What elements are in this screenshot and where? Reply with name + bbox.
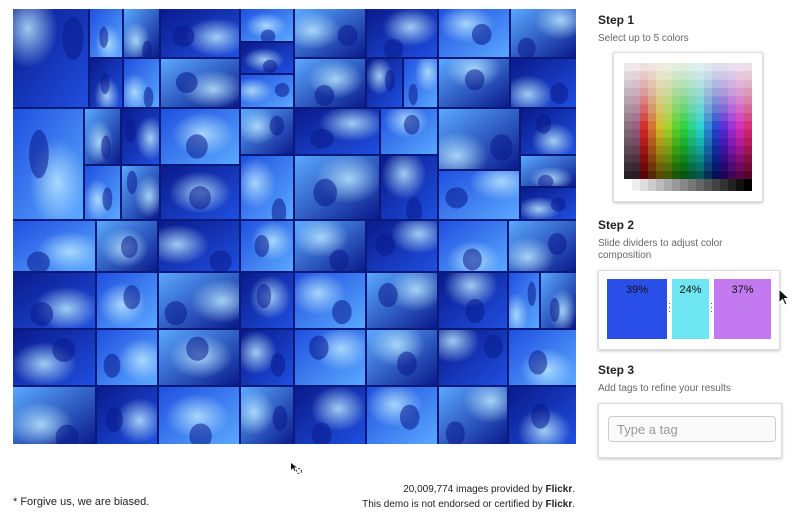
photo-thumbnail[interactable] bbox=[295, 156, 379, 219]
photo-thumbnail[interactable] bbox=[439, 387, 507, 444]
photo-results-grid bbox=[13, 9, 576, 444]
busy-cursor-icon bbox=[291, 463, 303, 475]
photo-thumbnail[interactable] bbox=[509, 330, 576, 385]
provider-link[interactable]: Flickr bbox=[546, 484, 573, 495]
photo-thumbnail[interactable] bbox=[13, 387, 95, 444]
photo-thumbnail[interactable] bbox=[241, 387, 293, 444]
photo-thumbnail[interactable] bbox=[521, 109, 576, 154]
photo-thumbnail[interactable] bbox=[541, 273, 576, 328]
step1-title: Step 1 bbox=[598, 13, 635, 27]
photo-thumbnail[interactable] bbox=[521, 188, 576, 219]
photo-thumbnail[interactable] bbox=[13, 273, 95, 328]
photo-thumbnail[interactable] bbox=[90, 59, 122, 107]
composition-swatch[interactable]: 39% bbox=[607, 279, 667, 339]
photo-thumbnail[interactable] bbox=[511, 59, 576, 107]
color-picker[interactable] bbox=[613, 52, 763, 202]
photo-thumbnail[interactable] bbox=[367, 9, 437, 57]
photo-thumbnail[interactable] bbox=[241, 9, 293, 41]
photo-thumbnail[interactable] bbox=[241, 330, 293, 385]
photo-thumbnail[interactable] bbox=[439, 109, 519, 169]
photo-thumbnail[interactable] bbox=[161, 166, 239, 219]
photo-thumbnail[interactable] bbox=[404, 59, 437, 107]
photo-thumbnail[interactable] bbox=[381, 109, 437, 154]
photo-thumbnail[interactable] bbox=[439, 221, 507, 271]
photo-thumbnail[interactable] bbox=[509, 387, 576, 444]
tag-panel bbox=[598, 403, 782, 458]
photo-thumbnail[interactable] bbox=[241, 273, 293, 328]
image-count-credit: 20,009,774 images provided by Flickr. bbox=[403, 484, 575, 495]
photo-thumbnail[interactable] bbox=[295, 387, 365, 444]
color-palette-grid[interactable] bbox=[624, 63, 752, 191]
photo-thumbnail[interactable] bbox=[439, 59, 509, 107]
photo-thumbnail[interactable] bbox=[509, 273, 539, 328]
composition-divider-handle[interactable]: · · · bbox=[668, 299, 672, 316]
photo-thumbnail[interactable] bbox=[161, 9, 239, 57]
photo-thumbnail[interactable] bbox=[511, 9, 576, 57]
photo-thumbnail[interactable] bbox=[295, 9, 365, 57]
tag-input[interactable] bbox=[608, 416, 776, 442]
photo-thumbnail[interactable] bbox=[439, 9, 509, 57]
photo-thumbnail[interactable] bbox=[85, 166, 120, 219]
photo-thumbnail[interactable] bbox=[97, 387, 157, 444]
disclaimer: This demo is not endorsed or certified b… bbox=[362, 499, 575, 510]
photo-thumbnail[interactable] bbox=[241, 156, 293, 219]
photo-thumbnail[interactable] bbox=[97, 330, 157, 385]
photo-thumbnail[interactable] bbox=[439, 330, 507, 385]
credit-period: . bbox=[572, 484, 575, 495]
photo-thumbnail[interactable] bbox=[367, 273, 437, 328]
photo-thumbnail[interactable] bbox=[122, 166, 159, 219]
photo-thumbnail[interactable] bbox=[159, 273, 239, 328]
step1-subtitle: Select up to 5 colors bbox=[598, 33, 689, 44]
photo-thumbnail[interactable] bbox=[13, 221, 95, 271]
photo-thumbnail[interactable] bbox=[241, 43, 293, 73]
photo-thumbnail[interactable] bbox=[439, 171, 519, 219]
disclaimer-period: . bbox=[572, 499, 575, 510]
mouse-pointer-icon bbox=[778, 288, 790, 306]
photo-thumbnail[interactable] bbox=[241, 75, 293, 107]
photo-thumbnail[interactable] bbox=[159, 221, 239, 271]
photo-thumbnail[interactable] bbox=[381, 156, 437, 219]
photo-thumbnail[interactable] bbox=[13, 9, 88, 107]
photo-thumbnail[interactable] bbox=[97, 273, 157, 328]
photo-thumbnail[interactable] bbox=[161, 59, 239, 107]
photo-thumbnail[interactable] bbox=[241, 221, 293, 271]
photo-thumbnail[interactable] bbox=[509, 221, 576, 271]
photo-thumbnail[interactable] bbox=[159, 387, 239, 444]
photo-thumbnail[interactable] bbox=[90, 9, 122, 57]
photo-thumbnail[interactable] bbox=[241, 109, 293, 154]
photo-thumbnail[interactable] bbox=[124, 59, 159, 107]
photo-thumbnail[interactable] bbox=[13, 109, 83, 219]
photo-thumbnail[interactable] bbox=[85, 109, 120, 164]
image-count: 20,009,774 bbox=[403, 484, 454, 495]
photo-thumbnail[interactable] bbox=[367, 387, 437, 444]
photo-thumbnail[interactable] bbox=[295, 59, 365, 107]
step2-subtitle: Slide dividers to adjust color compositi… bbox=[598, 238, 723, 261]
composition-divider-handle[interactable]: · · · bbox=[710, 299, 714, 316]
photo-thumbnail[interactable] bbox=[122, 109, 159, 164]
color-composition-bar[interactable]: 39% · · · 24% · · · 37% bbox=[598, 270, 780, 350]
step2-title: Step 2 bbox=[598, 218, 635, 232]
footnote: * Forgive us, we are biased. bbox=[13, 496, 150, 508]
photo-thumbnail[interactable] bbox=[13, 330, 95, 385]
image-count-text: images provided by bbox=[453, 484, 546, 495]
composition-swatch[interactable]: 37% bbox=[714, 279, 771, 339]
photo-thumbnail[interactable] bbox=[295, 221, 365, 271]
photo-thumbnail[interactable] bbox=[439, 273, 507, 328]
photo-thumbnail[interactable] bbox=[295, 273, 365, 328]
disclaimer-provider[interactable]: Flickr bbox=[546, 499, 573, 510]
composition-swatch[interactable]: 24% bbox=[672, 279, 709, 339]
disclaimer-text: This demo is not endorsed or certified b… bbox=[362, 499, 546, 510]
photo-thumbnail[interactable] bbox=[295, 109, 379, 154]
photo-thumbnail[interactable] bbox=[367, 330, 437, 385]
photo-thumbnail[interactable] bbox=[521, 156, 576, 186]
photo-thumbnail[interactable] bbox=[124, 9, 159, 57]
photo-thumbnail[interactable] bbox=[295, 330, 365, 385]
photo-thumbnail[interactable] bbox=[97, 221, 157, 271]
photo-thumbnail[interactable] bbox=[161, 109, 239, 164]
step3-subtitle: Add tags to refine your results bbox=[598, 383, 731, 394]
photo-thumbnail[interactable] bbox=[367, 59, 402, 107]
step3-title: Step 3 bbox=[598, 363, 635, 377]
photo-thumbnail[interactable] bbox=[367, 221, 437, 271]
photo-thumbnail[interactable] bbox=[159, 330, 239, 385]
